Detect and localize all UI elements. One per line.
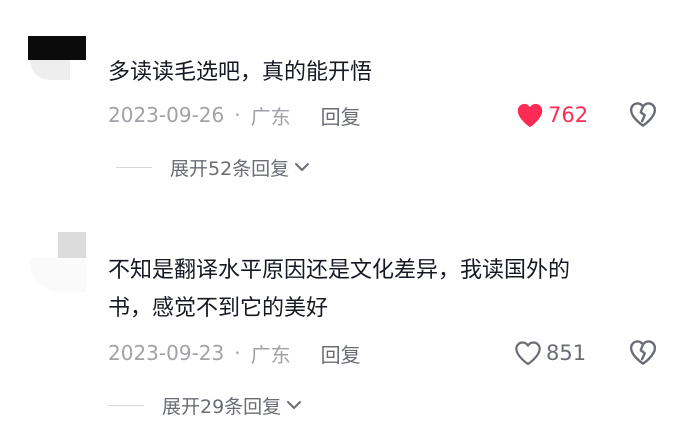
comment-meta: 2023-09-23 · 广东 回复 — [108, 338, 361, 368]
avatar-shape — [30, 60, 70, 80]
reply-button[interactable]: 回复 — [321, 339, 361, 368]
comment-meta: 2023-09-26 · 广东 回复 — [108, 100, 361, 130]
dislike-button[interactable] — [628, 338, 658, 368]
avatar-shape — [30, 258, 86, 292]
chevron-down-icon — [287, 401, 302, 409]
expand-replies-button[interactable]: 展开52条回复 — [116, 152, 311, 182]
dislike-button[interactable] — [628, 100, 658, 130]
heart-icon — [515, 341, 541, 366]
expand-replies-label: 展开52条回复 — [170, 157, 290, 180]
comment-location: 广东 — [250, 342, 291, 367]
chevron-down-icon — [295, 163, 310, 171]
broken-heart-icon — [629, 340, 657, 365]
like-button[interactable]: 762 — [516, 100, 588, 130]
comment-date: 2023-09-26 — [108, 103, 225, 127]
comment-date: 2023-09-23 — [108, 341, 225, 365]
avatar[interactable] — [30, 232, 90, 292]
avatar-redaction — [58, 232, 86, 258]
divider-line — [108, 404, 144, 406]
avatar-redaction — [28, 36, 86, 60]
like-button[interactable]: 851 — [514, 338, 586, 368]
like-count: 851 — [546, 341, 587, 365]
comment-text: 不知是翻译水平原因还是文化差异，我读国外的 书，感觉不到它的美好 — [108, 258, 571, 321]
heart-icon — [517, 103, 543, 128]
comment-location: 广东 — [250, 104, 291, 129]
meta-separator: · — [234, 103, 241, 127]
avatar[interactable] — [28, 36, 86, 80]
expand-replies-button[interactable]: 展开29条回复 — [108, 390, 303, 420]
meta-separator: · — [234, 341, 241, 365]
reply-button[interactable]: 回复 — [321, 101, 361, 130]
broken-heart-icon — [629, 102, 657, 127]
comment-text: 多读读毛选吧，真的能开悟 — [108, 60, 373, 85]
like-count: 762 — [548, 103, 589, 127]
expand-replies-label: 展开29条回复 — [162, 395, 282, 418]
divider-line — [116, 166, 152, 168]
